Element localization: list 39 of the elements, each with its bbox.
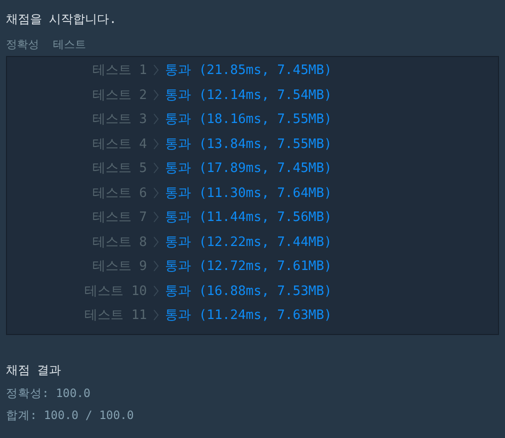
status-heading: 채점을 시작합니다. <box>6 11 118 28</box>
test-label: 테스트 8 <box>91 234 147 251</box>
chevron-icon <box>153 284 159 297</box>
test-result: 통과 (12.14ms, 7.54MB) <box>165 86 333 104</box>
chevron-icon <box>153 64 159 76</box>
section-label: 테스트 <box>53 37 86 53</box>
chevron-icon <box>153 138 159 150</box>
test-label: 테스트 1 <box>91 62 147 80</box>
test-result: 통과 (12.22ms, 7.44MB) <box>165 234 333 251</box>
test-label: 테스트 6 <box>91 184 147 202</box>
test-result: 통과 (16.88ms, 7.53MB) <box>165 282 333 300</box>
test-label: 테스트 7 <box>91 209 147 226</box>
test-result: 통과 (21.85ms, 7.45MB) <box>165 62 333 80</box>
test-result: 통과 (11.30ms, 7.64MB) <box>165 184 333 202</box>
test-label: 테스트 10 <box>84 282 147 300</box>
chevron-icon <box>153 186 159 199</box>
test-result: 통과 (13.84ms, 7.55MB) <box>165 136 333 153</box>
chevron-icon <box>153 162 159 174</box>
chevron-icon <box>153 113 159 126</box>
summary-line: 합계: 100.0 / 100.0 <box>6 406 135 422</box>
chevron-icon <box>153 88 159 101</box>
test-result: 통과 (12.72ms, 7.61MB) <box>165 258 333 276</box>
test-result: 통과 (11.44ms, 7.56MB) <box>165 209 333 226</box>
chevron-icon <box>153 260 159 272</box>
section-label: 정확성 <box>6 37 39 53</box>
test-label: 테스트 5 <box>91 160 147 178</box>
summary-title: 채점 결과 <box>6 362 62 378</box>
chevron-icon <box>153 309 159 322</box>
test-label: 테스트 2 <box>91 86 147 104</box>
chevron-icon <box>153 236 159 248</box>
test-label: 테스트 3 <box>91 111 147 128</box>
test-label: 테스트 11 <box>84 307 147 324</box>
chevron-icon <box>153 211 159 224</box>
test-result: 통과 (17.89ms, 7.45MB) <box>165 160 333 178</box>
test-label: 테스트 9 <box>91 258 147 276</box>
test-result: 통과 (18.16ms, 7.55MB) <box>165 111 333 128</box>
test-label: 테스트 4 <box>91 136 147 153</box>
test-result: 통과 (11.24ms, 7.63MB) <box>165 307 333 324</box>
summary-line: 정확성: 100.0 <box>6 384 92 400</box>
